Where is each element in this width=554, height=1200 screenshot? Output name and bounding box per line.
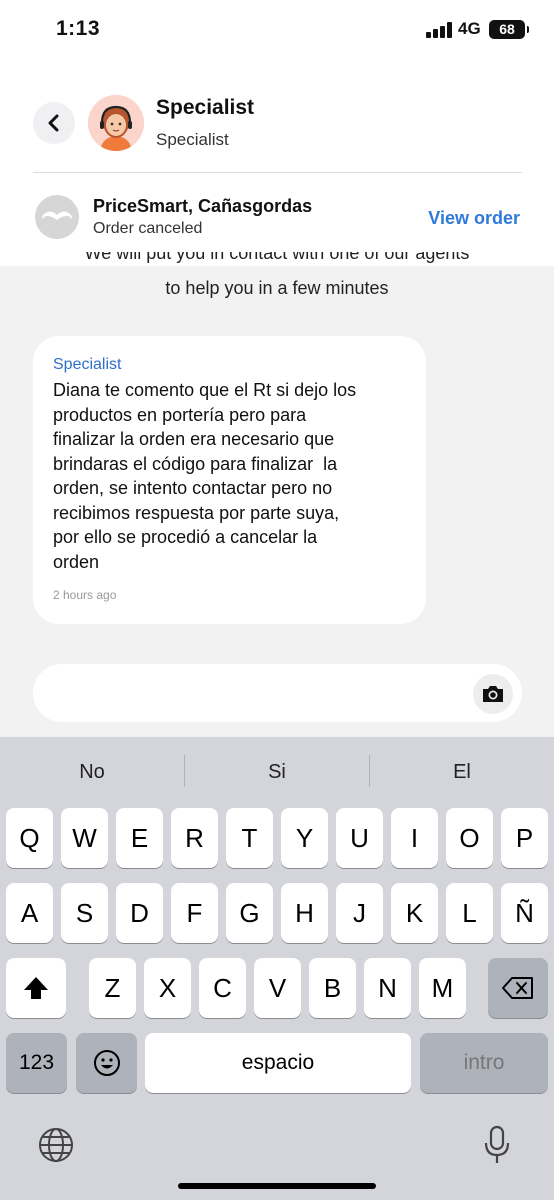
- backspace-key[interactable]: [488, 958, 548, 1018]
- key[interactable]: N: [364, 958, 411, 1018]
- key[interactable]: W: [61, 808, 108, 868]
- space-key[interactable]: espacio: [145, 1033, 411, 1093]
- key[interactable]: S: [61, 883, 108, 943]
- message-line: orden, se intento contactar pero no: [53, 478, 333, 498]
- battery-icon: 68: [489, 20, 529, 39]
- suggestion[interactable]: El: [370, 749, 554, 795]
- agent-avatar: [88, 95, 144, 151]
- key[interactable]: O: [446, 808, 493, 868]
- key[interactable]: Ñ: [501, 883, 548, 943]
- message-bubble: Specialist Diana te comento que el Rt si…: [33, 336, 426, 624]
- key[interactable]: H: [281, 883, 328, 943]
- signal-icon: [426, 22, 452, 38]
- key[interactable]: Y: [281, 808, 328, 868]
- suggestion[interactable]: No: [0, 749, 184, 795]
- key[interactable]: M: [419, 958, 466, 1018]
- key[interactable]: V: [254, 958, 301, 1018]
- store-logo: [35, 195, 79, 239]
- message-sender: Specialist: [53, 356, 122, 373]
- key[interactable]: D: [116, 883, 163, 943]
- key[interactable]: T: [226, 808, 273, 868]
- numbers-key[interactable]: 123: [6, 1033, 67, 1093]
- return-key[interactable]: intro: [420, 1033, 548, 1093]
- chat-intro-partial: We will put you in contact with one of o…: [84, 252, 470, 263]
- key[interactable]: P: [501, 808, 548, 868]
- message-line: finalizar la orden era necesario que: [53, 429, 335, 449]
- header-divider: [33, 172, 522, 173]
- message-input[interactable]: [33, 664, 522, 722]
- message-line: orden: [53, 551, 100, 572]
- back-button[interactable]: [33, 102, 75, 144]
- store-name: PriceSmart, Cañasgordas: [93, 196, 313, 216]
- suggestion[interactable]: Si: [185, 749, 369, 795]
- keyboard: No Si El Q W E R T Y U I O P A S D F G H…: [0, 737, 554, 1200]
- home-indicator: [178, 1183, 376, 1189]
- emoji-key[interactable]: [76, 1033, 137, 1093]
- backspace-icon: [502, 977, 533, 999]
- status-time: 1:13: [56, 17, 101, 40]
- camera-icon: [483, 686, 503, 702]
- chat-intro: to help you in a few minutes: [165, 278, 389, 298]
- network-label: 4G: [458, 19, 481, 38]
- key[interactable]: Z: [89, 958, 136, 1018]
- key[interactable]: I: [391, 808, 438, 868]
- message-line: por ello se procedió a cancelar la: [53, 527, 318, 547]
- key[interactable]: K: [391, 883, 438, 943]
- message-line: brindaras el código para finalizar la: [53, 453, 338, 474]
- message-line: Diana te comento que el Rt si dejo los: [53, 380, 357, 400]
- emoji-icon: [93, 1050, 120, 1076]
- message-text: Diana te comento que el Rt si dejo los p…: [53, 378, 406, 574]
- key[interactable]: C: [199, 958, 246, 1018]
- view-order-button[interactable]: View order: [428, 208, 520, 229]
- chevron-left-icon: [48, 114, 59, 132]
- agent-name: Specialist: [156, 96, 255, 119]
- message-line: productos en portería pero para: [53, 404, 307, 425]
- key[interactable]: L: [446, 883, 493, 943]
- key[interactable]: R: [171, 808, 218, 868]
- globe-icon[interactable]: [38, 1127, 74, 1168]
- chat-header: Specialist Specialist PriceSmart, Cañasg…: [0, 62, 554, 266]
- status-bar: 1:13 4G 68: [0, 0, 554, 62]
- message-time: 2 hours ago: [53, 588, 117, 602]
- key[interactable]: J: [336, 883, 383, 943]
- order-status: Order canceled: [93, 220, 203, 237]
- key[interactable]: A: [6, 883, 53, 943]
- camera-button[interactable]: [473, 674, 513, 714]
- key[interactable]: U: [336, 808, 383, 868]
- agent-role: Specialist: [156, 130, 229, 149]
- key[interactable]: X: [144, 958, 191, 1018]
- mustache-icon: [42, 211, 72, 220]
- message-line: recibimos respuesta por parte suya,: [53, 502, 340, 523]
- shift-icon: [24, 977, 48, 999]
- microphone-icon[interactable]: [484, 1125, 510, 1170]
- key[interactable]: F: [171, 883, 218, 943]
- key[interactable]: E: [116, 808, 163, 868]
- shift-key[interactable]: [6, 958, 66, 1018]
- key[interactable]: B: [309, 958, 356, 1018]
- key[interactable]: Q: [6, 808, 53, 868]
- key[interactable]: G: [226, 883, 273, 943]
